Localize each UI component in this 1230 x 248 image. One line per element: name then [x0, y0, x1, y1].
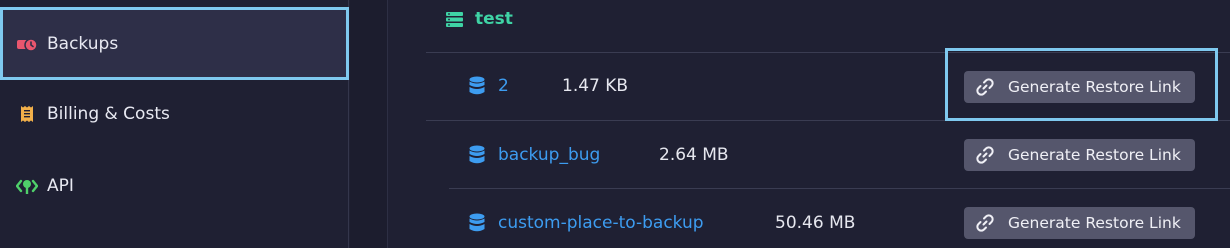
button-label: Generate Restore Link: [1008, 214, 1181, 232]
sidebar-item-label: API: [47, 176, 74, 196]
api-icon: [16, 175, 38, 197]
generate-restore-link-button[interactable]: Generate Restore Link: [964, 207, 1195, 239]
backup-row: 2 1.47 KB: [469, 69, 628, 103]
focus-highlight: [945, 48, 1218, 121]
sidebar-item-label: Billing & Costs: [47, 104, 170, 124]
sidebar-item-billing[interactable]: Billing & Costs: [0, 78, 349, 150]
backup-size: 2.64 MB: [659, 145, 729, 165]
sidebar: Backups Billing & Costs API: [0, 0, 349, 248]
backup-size: 1.47 KB: [562, 76, 629, 96]
content-gutter: [350, 0, 388, 248]
backup-size: 50.46 MB: [775, 213, 856, 233]
backups-panel: test 2 1.47 KB Generate Restore Link bac…: [389, 0, 1230, 248]
divider: [449, 188, 1230, 189]
database-icon: [469, 145, 485, 165]
backup-name-link[interactable]: backup_bug: [498, 145, 659, 165]
generate-restore-link-button[interactable]: Generate Restore Link: [964, 139, 1195, 171]
sidebar-item-backups[interactable]: Backups: [0, 7, 349, 80]
backup-name-link[interactable]: custom-place-to-backup: [498, 213, 775, 233]
backup-name-link[interactable]: 2: [498, 76, 562, 96]
link-icon: [976, 214, 994, 232]
receipt-icon: [16, 103, 38, 125]
backup-row: custom-place-to-backup 50.46 MB: [469, 206, 855, 240]
sidebar-item-api[interactable]: API: [0, 150, 349, 222]
backup-clock-icon: [16, 33, 38, 55]
database-icon: [469, 76, 485, 96]
link-icon: [976, 146, 994, 164]
section-title: test: [475, 9, 513, 29]
sidebar-item-label: Backups: [47, 33, 119, 54]
section-header: test: [446, 8, 513, 30]
server-stack-icon: [446, 11, 463, 27]
backup-row: backup_bug 2.64 MB: [469, 138, 729, 172]
database-icon: [469, 213, 485, 233]
button-label: Generate Restore Link: [1008, 146, 1181, 164]
